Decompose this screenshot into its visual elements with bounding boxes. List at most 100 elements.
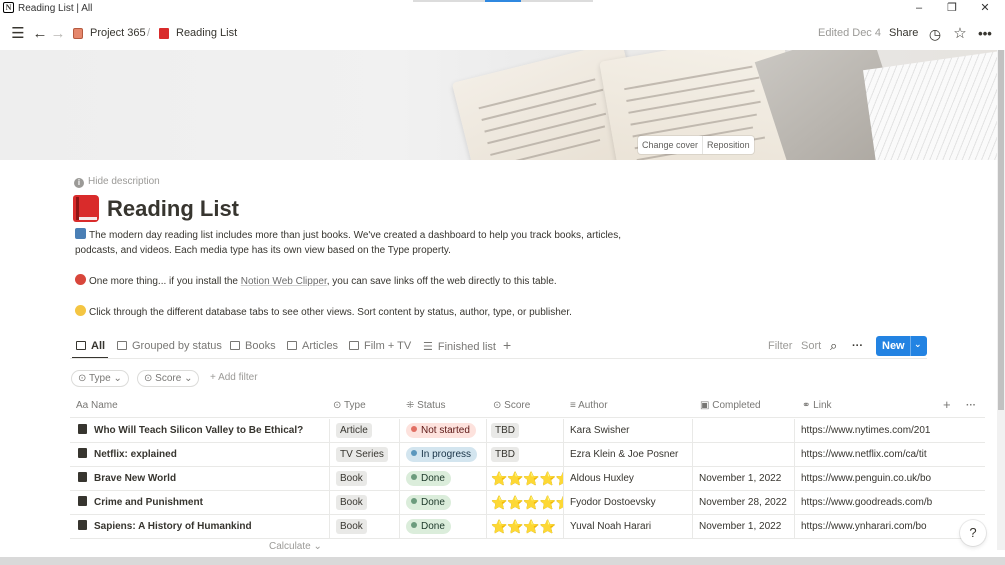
row-link[interactable]: https://www.goodreads.com/b	[795, 491, 937, 515]
tab-all[interactable]: All	[76, 340, 105, 352]
row-link[interactable]: https://www.penguin.co.uk/bo	[795, 467, 937, 491]
tab-film-tv[interactable]: Film + TV	[349, 340, 411, 352]
table-row[interactable]: Netflix: explained TV Series In progress…	[70, 443, 985, 467]
row-link[interactable]: https://www.nytimes.com/201	[795, 419, 937, 443]
row-name[interactable]: Brave New World	[70, 467, 330, 491]
row-status[interactable]: Done	[400, 515, 487, 539]
description-paragraph-2[interactable]: One more thing... if you install the Not…	[75, 274, 655, 289]
row-completed[interactable]	[693, 419, 795, 443]
row-author[interactable]: Ezra Klein & Joe Posner	[564, 443, 693, 467]
calculate-button[interactable]: Calculate ⌄	[269, 541, 322, 552]
row-completed[interactable]: November 1, 2022	[693, 467, 795, 491]
chevron-down-icon[interactable]: ⌄	[914, 339, 922, 350]
column-header-score[interactable]: ⊙ Score	[493, 400, 530, 411]
back-arrow-icon[interactable]: ←	[31, 25, 49, 43]
add-filter-button[interactable]: + Add filter	[210, 372, 258, 383]
row-name[interactable]: Crime and Punishment	[70, 491, 330, 515]
tab-finished-list[interactable]: ☰ Finished list	[423, 340, 496, 353]
tab-grouped-by-status[interactable]: Grouped by status	[117, 340, 222, 352]
page-title[interactable]: Reading List	[107, 196, 239, 222]
minimize-button[interactable]: –	[904, 0, 934, 16]
row-name[interactable]: Who Will Teach Silicon Valley to Be Ethi…	[70, 419, 330, 443]
row-status[interactable]: Done	[400, 467, 487, 491]
bottom-scrollbar[interactable]	[0, 557, 1005, 565]
change-cover-button[interactable]: Change cover	[638, 136, 702, 154]
book-icon	[78, 520, 87, 530]
help-button[interactable]: ?	[960, 520, 986, 546]
row-type[interactable]: Book	[330, 515, 400, 539]
row-type[interactable]: Book	[330, 491, 400, 515]
row-status[interactable]: Not started	[400, 419, 487, 443]
pointing-down-icon	[75, 305, 86, 316]
notion-app-icon: N	[3, 2, 14, 13]
table-row[interactable]: Sapiens: A History of Humankind Book Don…	[70, 515, 985, 539]
row-name[interactable]: Netflix: explained	[70, 443, 330, 467]
column-header-status[interactable]: ⁜ Status	[406, 400, 446, 411]
search-icon[interactable]: ⌕	[830, 338, 837, 354]
row-score[interactable]: ⭐⭐⭐⭐⭐	[487, 491, 564, 515]
tab-strip	[413, 0, 593, 2]
column-header-author[interactable]: ≡ Author	[570, 400, 608, 411]
column-header-type[interactable]: ⊙ Type	[333, 400, 366, 411]
calendar-icon: ▣	[700, 400, 713, 411]
row-completed[interactable]: November 28, 2022	[693, 491, 795, 515]
column-header-completed[interactable]: ▣ Completed	[700, 400, 761, 411]
forward-arrow-icon[interactable]: →	[49, 25, 67, 43]
row-score[interactable]: TBD	[487, 443, 564, 467]
breadcrumb-reading-list[interactable]: Reading List	[176, 27, 237, 39]
page-scrollbar[interactable]	[997, 50, 1005, 550]
restore-button[interactable]: ❐	[937, 0, 967, 16]
table-row[interactable]: Crime and Punishment Book Done ⭐⭐⭐⭐⭐ Fyo…	[70, 491, 985, 515]
close-window-button[interactable]: ✕	[970, 0, 1000, 16]
row-score[interactable]: ⭐⭐⭐⭐⭐	[487, 467, 564, 491]
table-header: Aa Name ⊙ Type ⁜ Status ⊙ Score ≡ Author…	[70, 396, 985, 418]
description-paragraph-3[interactable]: Click through the different database tab…	[75, 305, 655, 320]
info-icon: i	[74, 178, 84, 188]
notebook-icon	[73, 28, 83, 39]
table-row[interactable]: Who Will Teach Silicon Valley to Be Ethi…	[70, 419, 985, 443]
row-author[interactable]: Kara Swisher	[564, 419, 693, 443]
view-options-button[interactable]: ···	[852, 340, 863, 352]
sidebar-menu-icon[interactable]: ☰	[9, 25, 27, 43]
hide-description-button[interactable]: i Hide description	[74, 176, 160, 188]
row-author[interactable]: Yuval Noah Harari	[564, 515, 693, 539]
tab-articles[interactable]: Articles	[287, 340, 338, 352]
table-row[interactable]: Brave New World Book Done ⭐⭐⭐⭐⭐ Aldous H…	[70, 467, 985, 491]
filter-button[interactable]: Filter	[768, 340, 792, 352]
row-completed[interactable]: November 1, 2022	[693, 515, 795, 539]
row-author[interactable]: Fyodor Dostoevsky	[564, 491, 693, 515]
column-header-link[interactable]: ⚭ Link	[802, 400, 832, 411]
tab-books[interactable]: Books	[230, 340, 276, 352]
row-completed[interactable]	[693, 443, 795, 467]
row-link[interactable]: https://www.netflix.com/ca/tit	[795, 443, 937, 467]
type-filter-chip[interactable]: ⊙ Type ⌄	[71, 370, 129, 387]
page-red-book-icon[interactable]	[73, 195, 99, 222]
clock-icon[interactable]: ◷	[926, 25, 944, 43]
more-options-icon[interactable]: •••	[976, 25, 994, 43]
row-score[interactable]: TBD	[487, 419, 564, 443]
add-column-button[interactable]: +	[943, 397, 951, 412]
row-type[interactable]: Article	[330, 419, 400, 443]
breadcrumb-project-365[interactable]: Project 365	[90, 27, 146, 39]
description-paragraph-1[interactable]: The modern day reading list includes mor…	[75, 228, 655, 258]
share-button[interactable]: Share	[889, 27, 918, 39]
star-icon[interactable]: ☆	[951, 25, 969, 43]
score-filter-chip[interactable]: ⊙ Score ⌄	[137, 370, 200, 387]
link-icon: ⚭	[802, 400, 814, 411]
gallery-icon	[349, 341, 359, 350]
row-status[interactable]: In progress	[400, 443, 487, 467]
reposition-button[interactable]: Reposition	[702, 136, 754, 154]
row-type[interactable]: Book	[330, 467, 400, 491]
add-view-button[interactable]: +	[503, 337, 511, 353]
new-button[interactable]: New ⌄	[876, 336, 927, 356]
sort-button[interactable]: Sort	[801, 340, 821, 352]
column-header-name[interactable]: Aa Name	[76, 400, 118, 411]
row-author[interactable]: Aldous Huxley	[564, 467, 693, 491]
row-score[interactable]: ⭐⭐⭐⭐	[487, 515, 564, 539]
column-options-button[interactable]: ···	[966, 400, 976, 411]
row-status[interactable]: Done	[400, 491, 487, 515]
row-link[interactable]: https://www.ynharari.com/bo	[795, 515, 937, 539]
row-type[interactable]: TV Series	[330, 443, 400, 467]
web-clipper-link[interactable]: Notion Web Clipper	[241, 276, 327, 287]
row-name[interactable]: Sapiens: A History of Humankind	[70, 515, 330, 539]
